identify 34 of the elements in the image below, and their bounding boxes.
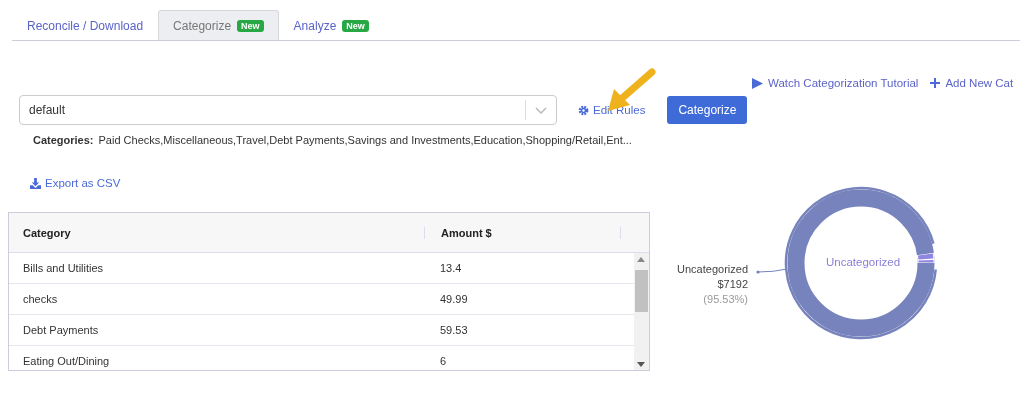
new-badge: New xyxy=(237,19,264,32)
column-header[interactable]: Amount $ xyxy=(425,226,620,239)
plus-icon xyxy=(930,78,941,88)
callout-label: Uncategorized xyxy=(677,262,748,277)
table-cell-text: Eating Out/Dining xyxy=(22,355,111,367)
link[interactable]: Add New Cat xyxy=(930,77,1014,89)
export-csv-link[interactable]: Export as CSV xyxy=(30,177,121,189)
table-cell-text: 13.4 xyxy=(439,262,463,274)
rule-select[interactable]: default xyxy=(19,95,557,125)
link[interactable]: Watch Categorization Tutorial xyxy=(752,77,919,89)
scroll-up-icon[interactable] xyxy=(637,257,645,262)
callout-amount: $7192 xyxy=(716,277,748,292)
leader-line xyxy=(756,266,788,274)
column-header[interactable]: Category xyxy=(9,226,424,239)
callout-percent: (95.53%) xyxy=(702,292,748,307)
tab[interactable]: Reconcile / Download xyxy=(12,10,159,40)
categories-text: Categories: Paid Checks,Miscellaneous,Travel,Debt Payments,Savings and Investments,Education,Shopping/Retail,Ent... xyxy=(33,134,633,146)
donut-center-label: Uncategorized xyxy=(826,256,901,268)
tab[interactable]: Analyze New xyxy=(278,10,384,40)
scroll-down-icon[interactable] xyxy=(637,362,645,367)
table-cell-text: Bills and Utilities xyxy=(22,262,105,274)
table-cell-text: 59.53 xyxy=(439,324,469,336)
play-icon xyxy=(752,77,763,89)
tab[interactable]: Categorize New xyxy=(158,10,279,40)
table-cell-text: Debt Payments xyxy=(22,324,100,336)
scrollbar[interactable] xyxy=(634,253,649,370)
categorize-button[interactable]: Categorize xyxy=(667,96,748,124)
download-icon xyxy=(30,177,41,189)
table-cell-text: 49.99 xyxy=(439,293,469,305)
settings-icon xyxy=(578,104,589,116)
new-badge: New xyxy=(342,19,369,32)
table-cell-text: checks xyxy=(22,293,59,305)
chevron-down-icon xyxy=(535,106,547,114)
table-cell-text: 6 xyxy=(439,355,448,367)
